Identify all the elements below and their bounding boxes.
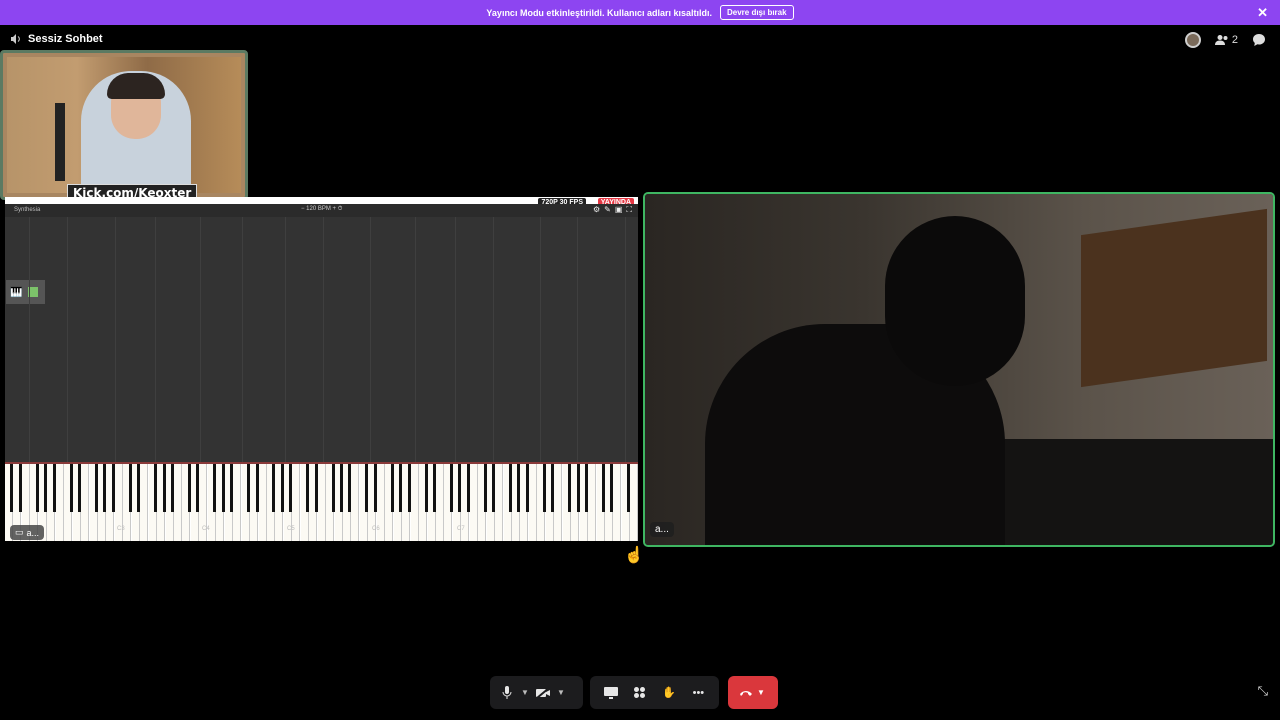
note-roll-gridline xyxy=(625,217,626,462)
piano-white-key[interactable] xyxy=(435,464,444,541)
piano-white-key[interactable] xyxy=(495,464,504,541)
speaker-icon xyxy=(11,34,20,44)
streamer-headphones xyxy=(107,73,165,99)
note-roll-gridline xyxy=(29,217,30,462)
screen-share-name-tag: ▭ a... xyxy=(10,525,45,540)
piano-white-key[interactable] xyxy=(528,464,537,541)
track-tile[interactable]: 🎹 xyxy=(6,280,45,304)
mic-options-chevron-icon[interactable]: ▼ xyxy=(520,683,530,703)
banner-message: Yayıncı Modu etkinleştirildi. Kullanıcı … xyxy=(486,7,712,18)
stream-top-strip: 720P 30 FPS YAYINDA xyxy=(5,197,638,207)
key-octave-label: C6 xyxy=(372,526,380,532)
note-roll-gridline xyxy=(200,217,201,462)
screen-share-participant: a... xyxy=(26,527,40,538)
note-roll-gridline xyxy=(493,217,494,462)
hangup-icon xyxy=(740,690,752,696)
note-roll-gridline xyxy=(323,217,324,462)
piano-white-key[interactable] xyxy=(613,464,622,541)
piano-keyboard[interactable]: C3 C4 C5 C6 C7 xyxy=(5,462,638,541)
mouse-cursor: ☝ xyxy=(624,547,644,564)
key-octave-label: C4 xyxy=(202,526,210,532)
piano-white-key[interactable] xyxy=(258,464,267,541)
voice-channel-header: Sessiz Sohbet xyxy=(10,33,103,45)
activity-controls: ✋ ••• xyxy=(590,676,719,709)
synthesia-toolbar: Synthesia − 120 BPM + ⏱ ⚙ ✎ ▣ ⛶ xyxy=(5,204,638,217)
hangup-button[interactable]: ▼ xyxy=(728,676,778,709)
piano-white-key[interactable] xyxy=(140,464,149,541)
note-roll-gridline xyxy=(455,217,456,462)
piano-white-key[interactable] xyxy=(588,464,597,541)
piano-white-key[interactable] xyxy=(554,464,563,541)
header-actions: 2 xyxy=(1184,32,1266,48)
soundboard-icon[interactable]: ✋ xyxy=(660,683,678,703)
close-banner-icon[interactable]: ✕ xyxy=(1257,5,1268,21)
note-roll-gridline xyxy=(540,217,541,462)
piano-white-key[interactable] xyxy=(233,464,242,541)
note-roll-gridline xyxy=(285,217,286,462)
call-controls: ▼ ▼ ✋ ••• ▼ xyxy=(0,676,1280,710)
camera-off-icon[interactable] xyxy=(534,683,552,703)
people-icon xyxy=(1214,35,1228,45)
more-icon[interactable]: ••• xyxy=(689,683,707,703)
note-roll-gridline xyxy=(242,217,243,462)
video-tile-name-tag: a... xyxy=(650,522,674,537)
piano-white-key[interactable] xyxy=(630,464,638,541)
note-roll: 🎹 xyxy=(5,217,638,462)
screen-share-tile[interactable]: 720P 30 FPS YAYINDA Synthesia − 120 BPM … xyxy=(5,197,638,541)
participants-button[interactable]: 2 xyxy=(1214,34,1238,46)
piano-white-key[interactable] xyxy=(469,464,478,541)
participant-video-tile[interactable] xyxy=(643,192,1275,547)
key-octave-label: C7 xyxy=(457,526,465,532)
piano-white-key[interactable] xyxy=(410,464,419,541)
synthesia-title: Synthesia xyxy=(14,207,41,213)
piano-white-key[interactable] xyxy=(317,464,326,541)
note-roll-gridline xyxy=(370,217,371,462)
audio-video-controls: ▼ ▼ xyxy=(490,676,583,709)
guitar xyxy=(55,103,65,181)
instrument-icon: 🎹 xyxy=(10,286,23,298)
settings-icon[interactable]: ⚙ xyxy=(593,205,600,215)
participant-count: 2 xyxy=(1231,34,1238,46)
key-octave-label: C5 xyxy=(287,526,295,532)
chat-icon[interactable] xyxy=(1252,33,1266,47)
microphone-icon[interactable] xyxy=(498,683,516,703)
screen-share-icon-small: ▭ xyxy=(15,527,24,537)
piano-white-key[interactable] xyxy=(81,464,90,541)
exit-fullscreen-icon[interactable]: ⤡ xyxy=(1258,683,1268,699)
piano-white-key[interactable] xyxy=(174,464,182,541)
synthesia-icons: ⚙ ✎ ▣ ⛶ xyxy=(593,205,632,215)
window-icon[interactable]: ▣ xyxy=(615,205,623,215)
user-avatar[interactable] xyxy=(1184,32,1201,48)
note-roll-gridline xyxy=(155,217,156,462)
piano-white-key[interactable] xyxy=(55,464,64,541)
streamer-mode-banner: Yayıncı Modu etkinleştirildi. Kullanıcı … xyxy=(0,0,1280,25)
piano-white-key[interactable] xyxy=(351,464,360,541)
participant-head xyxy=(885,216,1025,386)
note-roll-gridline xyxy=(577,217,578,462)
key-octave-label: C3 xyxy=(117,526,125,532)
cork-board xyxy=(1081,208,1267,388)
disable-streamer-mode-button[interactable]: Devre dışı bırak xyxy=(719,5,794,20)
screen-share-icon[interactable] xyxy=(602,683,620,703)
note-roll-gridline xyxy=(415,217,416,462)
note-roll-gridline xyxy=(115,217,116,462)
tools-icon[interactable]: ✎ xyxy=(604,205,611,215)
expand-icon[interactable]: ⛶ xyxy=(626,205,632,215)
tempo-value: 120 BPM xyxy=(306,206,331,212)
note-roll-gridline xyxy=(67,217,68,462)
channel-name: Sessiz Sohbet xyxy=(28,33,103,45)
tempo-control[interactable]: − 120 BPM + ⏱ xyxy=(301,206,342,213)
hangup-options-chevron-icon[interactable]: ▼ xyxy=(757,688,767,697)
streamer-webcam: Kick.com/Keoxter xyxy=(0,50,248,200)
camera-options-chevron-icon[interactable]: ▼ xyxy=(556,683,566,703)
activities-icon[interactable] xyxy=(631,683,649,703)
